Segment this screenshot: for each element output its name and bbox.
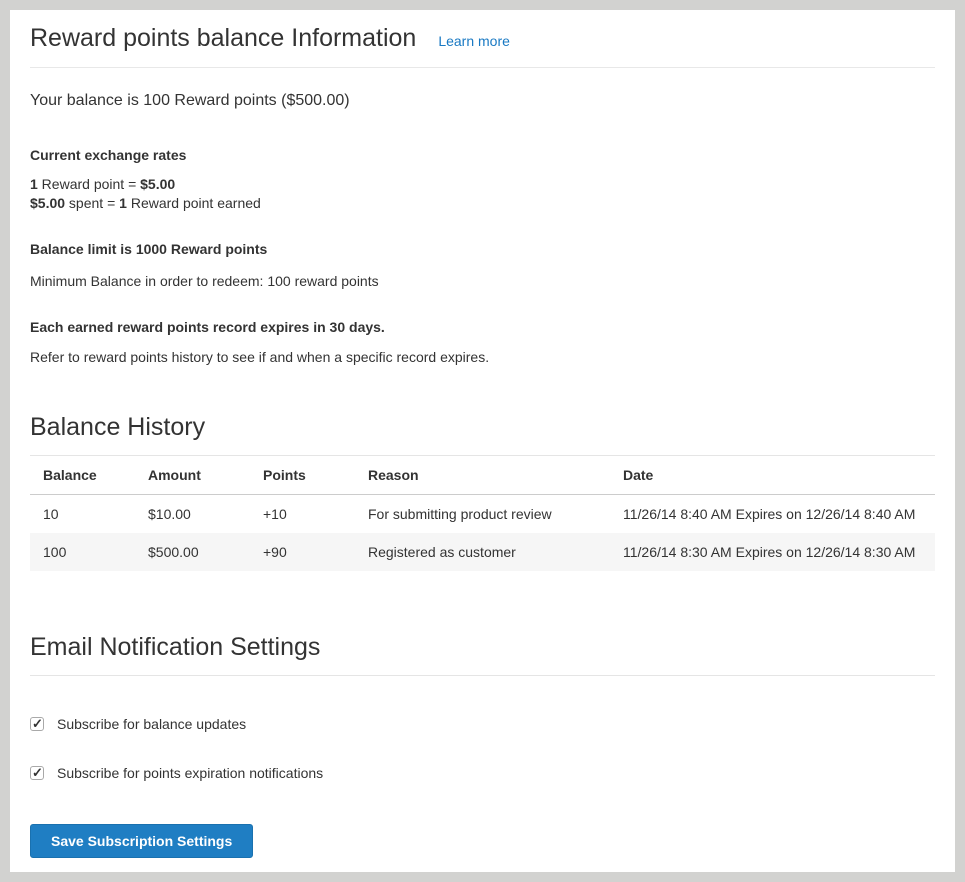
- cell-balance: 10: [30, 495, 135, 534]
- cell-date: 11/26/14 8:30 AM Expires on 12/26/14 8:3…: [610, 533, 935, 571]
- expiry-heading: Each earned reward points record expires…: [30, 319, 935, 335]
- column-header-balance: Balance: [30, 456, 135, 495]
- email-notification-section: Email Notification Settings Subscribe fo…: [30, 633, 935, 858]
- balance-history-heading: Balance History: [30, 413, 935, 456]
- subscribe-expiration-notifications-checkbox[interactable]: [30, 766, 44, 780]
- column-header-points: Points: [250, 456, 355, 495]
- learn-more-link[interactable]: Learn more: [438, 33, 510, 49]
- expiry-note: Refer to reward points history to see if…: [30, 349, 935, 365]
- subscribe-balance-updates-checkbox[interactable]: [30, 717, 44, 731]
- balance-history-table: Balance Amount Points Reason Date 10 $10…: [30, 456, 935, 571]
- panel-header: Reward points balance Information Learn …: [30, 24, 935, 53]
- table-row: 100 $500.00 +90 Registered as customer 1…: [30, 533, 935, 571]
- email-settings-heading: Email Notification Settings: [30, 633, 935, 676]
- subscribe-expiration-notifications-label: Subscribe for points expiration notifica…: [57, 765, 323, 781]
- exchange-rate-line-1: 1 Reward point = $5.00: [30, 175, 935, 194]
- table-row: 10 $10.00 +10 For submitting product rev…: [30, 495, 935, 534]
- exchange-rates: 1 Reward point = $5.00 $5.00 spent = 1 R…: [30, 175, 935, 213]
- cell-date: 11/26/14 8:40 AM Expires on 12/26/14 8:4…: [610, 495, 935, 534]
- min-balance-text: Minimum Balance in order to redeem: 100 …: [30, 273, 935, 289]
- subscribe-expiration-notifications-row[interactable]: Subscribe for points expiration notifica…: [30, 765, 935, 781]
- header-divider: [30, 67, 935, 68]
- column-header-date: Date: [610, 456, 935, 495]
- cell-reason: For submitting product review: [355, 495, 610, 534]
- balance-summary: Your balance is 100 Reward points ($500.…: [30, 92, 935, 110]
- cell-amount: $10.00: [135, 495, 250, 534]
- cell-points: +10: [250, 495, 355, 534]
- table-header-row: Balance Amount Points Reason Date: [30, 456, 935, 495]
- balance-limit-text: Balance limit is 1000 Reward points: [30, 241, 935, 257]
- cell-amount: $500.00: [135, 533, 250, 571]
- column-header-reason: Reason: [355, 456, 610, 495]
- subscribe-balance-updates-label: Subscribe for balance updates: [57, 716, 246, 732]
- balance-history-section: Balance History Balance Amount Points Re…: [30, 413, 935, 571]
- exchange-rates-heading: Current exchange rates: [30, 147, 935, 163]
- column-header-amount: Amount: [135, 456, 250, 495]
- page-title: Reward points balance Information: [30, 24, 416, 53]
- cell-points: +90: [250, 533, 355, 571]
- cell-balance: 100: [30, 533, 135, 571]
- subscribe-balance-updates-row[interactable]: Subscribe for balance updates: [30, 716, 935, 732]
- reward-points-panel: Reward points balance Information Learn …: [10, 10, 955, 872]
- cell-reason: Registered as customer: [355, 533, 610, 571]
- save-subscription-settings-button[interactable]: Save Subscription Settings: [30, 824, 253, 858]
- exchange-rate-line-2: $5.00 spent = 1 Reward point earned: [30, 194, 935, 213]
